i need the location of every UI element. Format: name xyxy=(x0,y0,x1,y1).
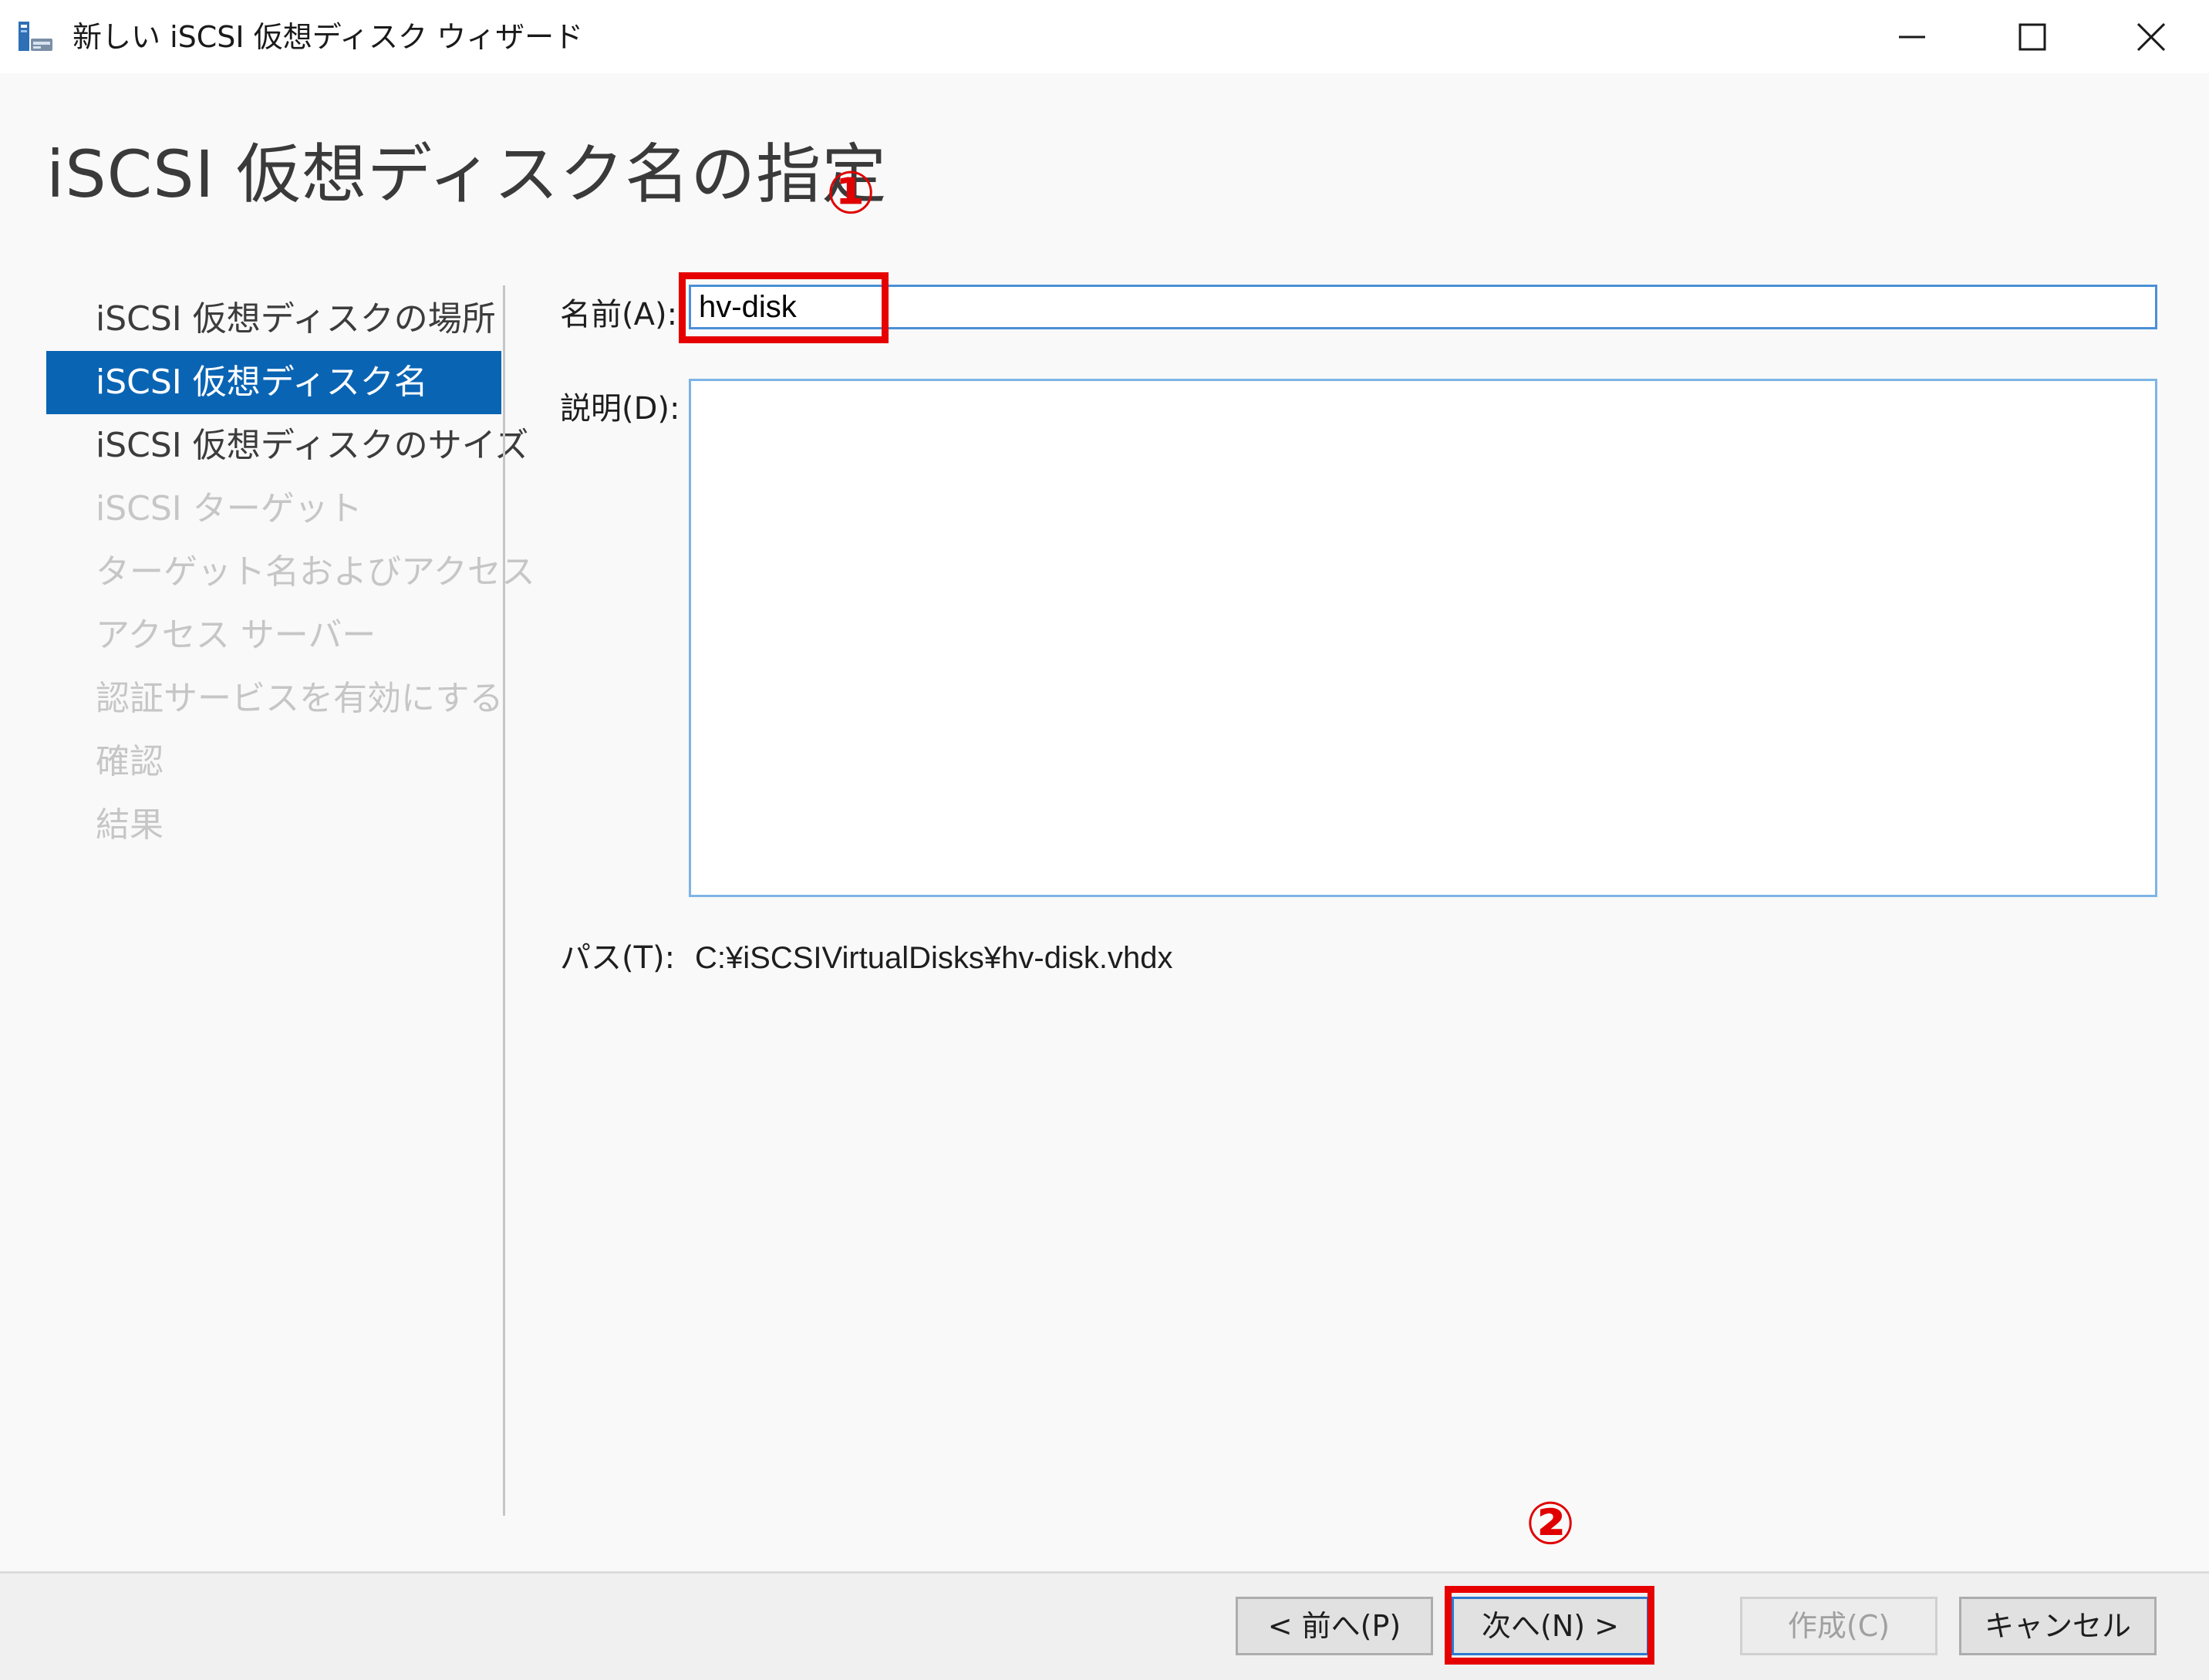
title-bar: 新しい iSCSI 仮想ディスク ウィザード xyxy=(0,0,2209,73)
nav-item-size[interactable]: iSCSI 仮想ディスクのサイズ xyxy=(46,414,528,477)
name-label: 名前(A): xyxy=(560,297,678,332)
nav-item-target: iSCSI ターゲット xyxy=(96,489,363,528)
minimize-icon xyxy=(1899,35,1925,39)
cancel-button[interactable]: キャンセル xyxy=(1959,1597,2157,1655)
nav-item-results: 結果 xyxy=(96,805,164,845)
page-title: iSCSI 仮想ディスク名の指定 xyxy=(46,137,888,212)
nav-item-confirmation: 確認 xyxy=(96,742,164,781)
minimize-button[interactable] xyxy=(1870,8,1954,66)
window-title: 新しい iSCSI 仮想ディスク ウィザード xyxy=(73,20,584,54)
back-button[interactable]: < 前へ(P) xyxy=(1236,1597,1433,1655)
close-icon xyxy=(2137,23,2165,51)
wizard-disk-icon xyxy=(19,22,52,51)
create-button: 作成(C) xyxy=(1740,1597,1938,1655)
nav-item-enable-auth: 認証サービスを有効にする xyxy=(96,679,504,718)
description-input[interactable] xyxy=(689,379,2157,897)
path-label: パス(T): xyxy=(560,940,676,976)
nav-item-name[interactable]: iSCSI 仮想ディスク名 xyxy=(46,351,501,414)
description-label: 説明(D): xyxy=(560,391,680,427)
step-marker-2: ② xyxy=(1525,1489,1576,1557)
nav-item-location[interactable]: iSCSI 仮想ディスクの場所 xyxy=(46,288,501,351)
nav-item-access-servers: アクセス サーバー xyxy=(96,616,376,655)
next-button[interactable]: 次へ(N) > xyxy=(1452,1597,1649,1655)
step-marker-1: ① xyxy=(825,158,876,227)
maximize-button[interactable] xyxy=(1990,8,2075,66)
close-button[interactable] xyxy=(2109,8,2194,66)
name-input[interactable] xyxy=(689,285,2157,329)
nav-item-target-name-access: ターゲット名およびアクセス xyxy=(96,552,535,592)
wizard-step-nav: iSCSI 仮想ディスクの場所 iSCSI 仮想ディスク名 iSCSI 仮想ディ… xyxy=(46,288,535,857)
path-value: C:¥iSCSIVirtualDisks¥hv-disk.vhdx xyxy=(695,941,1173,975)
nav-divider xyxy=(503,285,505,1516)
maximize-icon xyxy=(2018,23,2046,51)
